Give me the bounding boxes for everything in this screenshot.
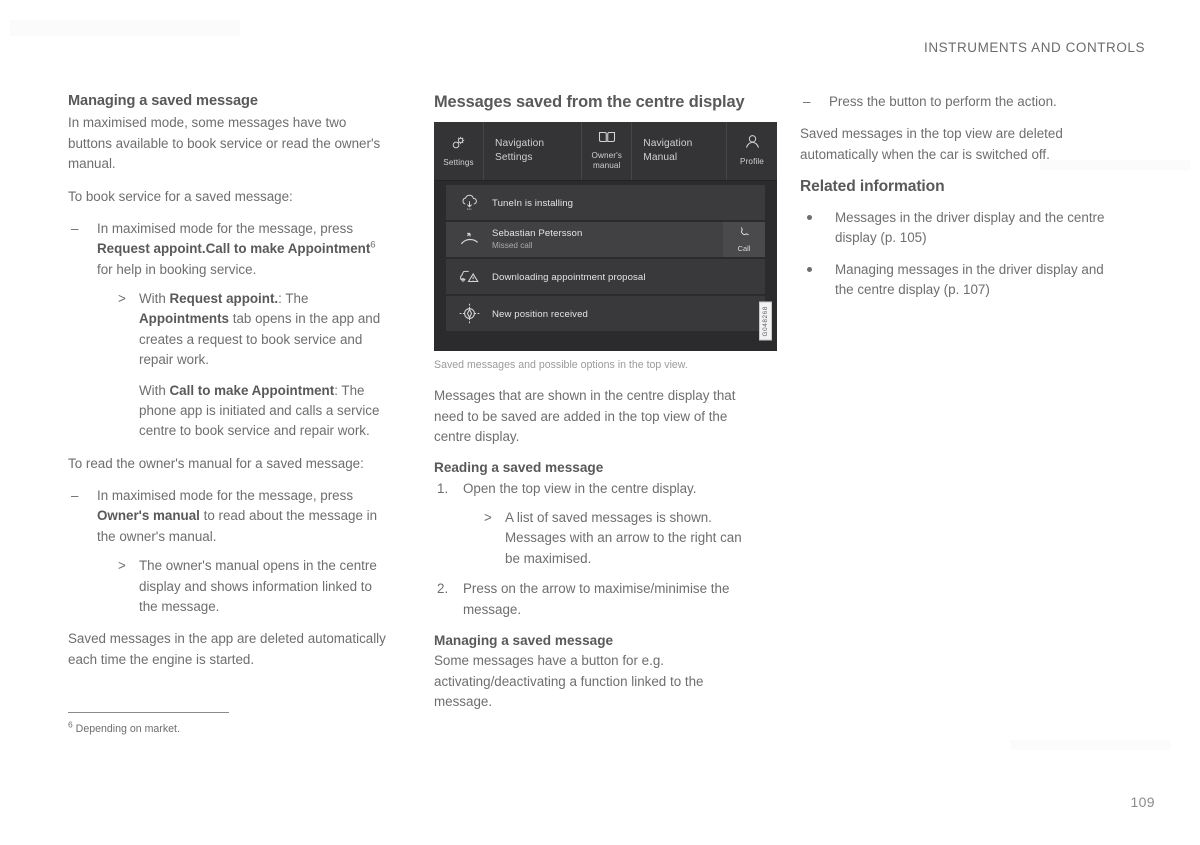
related-information-title: Related information — [800, 178, 945, 196]
footnote-text: 6 Depending on market. — [68, 720, 388, 737]
outcome-continuation: With Call to make Appointment: The phone… — [139, 381, 388, 442]
related-information-list: Messages in the driver display and the c… — [800, 208, 1120, 301]
tab-label: Owner's manual — [591, 151, 622, 171]
list-item: Open the top view in the centre display.… — [434, 479, 754, 570]
message-row-tunein[interactable]: TuneIn is installing — [446, 184, 765, 220]
tab-navigation-manual[interactable]: Navigation Manual — [632, 121, 727, 180]
tab-navigation-settings[interactable]: Navigation Settings — [484, 121, 583, 180]
step-text-bold: Request appoint.Call to make Appointment — [97, 241, 371, 257]
reading-subsection-title: Reading a saved message — [434, 460, 604, 476]
managing-body-paragraph: Some messages have a button for e.g. act… — [434, 653, 704, 709]
tab-label: Navigation Manual — [643, 137, 693, 163]
left-leadin-2-paragraph: To read the owner's manual for a saved m… — [68, 455, 364, 471]
reading-outcomes: A list of saved messages is shown. Messa… — [463, 508, 754, 569]
list-item[interactable]: Managing messages in the driver display … — [800, 260, 1120, 301]
message-row-appointment-proposal[interactable]: Downloading appointment proposal — [446, 258, 765, 294]
missed-call-icon — [446, 231, 492, 248]
left-closing-paragraph: Saved messages in the app are deleted au… — [68, 631, 386, 667]
list-item: With Request appoint.: The Appointments … — [118, 289, 388, 442]
message-row-missed-call[interactable]: Sebastian Petersson Missed call Call — [446, 221, 765, 257]
owners-manual-steps: In maximised mode for the message, press… — [68, 486, 388, 617]
left-intro-paragraph: In maximised mode, some messages have tw… — [68, 115, 381, 172]
message-title: New position received — [492, 309, 588, 321]
open-book-icon — [598, 130, 616, 149]
tab-label: Profile — [740, 157, 764, 167]
page-columns: Managing a saved message In maximised mo… — [68, 92, 1148, 724]
step2-bold: Owner's manual — [97, 508, 200, 524]
reading-steps: Open the top view in the centre display.… — [434, 479, 754, 620]
running-header: INSTRUMENTS AND CONTROLS — [924, 40, 1145, 55]
outcome2-pre: With — [139, 382, 170, 398]
tab-owners-manual[interactable]: Owner's manual — [582, 121, 633, 180]
outcome-bold: Request appoint. — [169, 291, 279, 307]
figure-caption: Saved messages and possible options in t… — [434, 358, 688, 371]
page-number: 109 — [1130, 794, 1155, 810]
managing-subsection-title: Managing a saved message — [434, 632, 614, 648]
left-column: Managing a saved message In maximised mo… — [68, 92, 388, 724]
message-title: Sebastian Petersson — [492, 227, 583, 239]
cloud-download-icon — [446, 194, 492, 211]
message-text: Downloading appointment proposal — [492, 267, 765, 285]
person-profile-icon — [744, 134, 761, 155]
middle-body-paragraph: Messages that are shown in the centre di… — [434, 388, 736, 444]
message-title: Downloading appointment proposal — [492, 272, 646, 284]
list-item[interactable]: Messages in the driver display and the c… — [800, 208, 1120, 249]
scan-artifact — [1010, 740, 1170, 750]
phone-handset-icon — [738, 225, 750, 243]
list-item: In maximised mode for the message, press… — [68, 219, 388, 442]
middle-column: Messages saved from the centre display S… — [434, 92, 777, 724]
message-text: TuneIn is installing — [492, 193, 765, 211]
list-item: In maximised mode for the message, press… — [68, 486, 388, 617]
message-row-new-position[interactable]: New position received — [446, 295, 765, 331]
right-body-paragraph: Saved messages in the top view are delet… — [800, 126, 1063, 162]
owners-manual-outcomes: The owner's manual opens in the centre d… — [97, 556, 388, 617]
compass-icon — [446, 303, 492, 324]
message-text: New position received — [492, 304, 765, 322]
saved-messages-list: TuneIn is installing Sebastian Petersson — [434, 181, 777, 331]
scan-artifact — [10, 20, 240, 36]
footnote-rule — [68, 712, 229, 713]
step-text: Open the top view in the centre display. — [463, 480, 697, 496]
step-text-pre: In maximised mode for the message, press — [97, 220, 354, 236]
footnote-body: Depending on market. — [72, 723, 180, 735]
middle-section-title: Messages saved from the centre display — [434, 93, 745, 111]
message-subtitle: Missed call — [492, 240, 533, 250]
left-leadin-paragraph: To book service for a saved message: — [68, 188, 293, 204]
related-link-label: Managing messages in the driver display … — [835, 261, 1104, 297]
figure-image-code: G048268 — [759, 302, 772, 341]
settings-gear-icon — [450, 134, 467, 156]
step-text-post: for help in booking service. — [97, 261, 257, 277]
message-title: TuneIn is installing — [492, 198, 574, 210]
book-service-outcomes: With Request appoint.: The Appointments … — [97, 289, 388, 442]
outcome-mid: : The — [278, 291, 309, 307]
tab-settings[interactable]: Settings — [434, 121, 484, 180]
figure-saved-messages: Settings Navigation Settings Owner's man — [434, 121, 777, 373]
right-dash-list: Press the button to perform the action. — [800, 92, 1120, 113]
footnote-block: 6 Depending on market. — [68, 712, 388, 737]
tab-label: Settings — [443, 157, 474, 167]
call-button-label: Call — [737, 244, 751, 254]
right-column: Press the button to perform the action. … — [800, 92, 1120, 724]
outcome2-bold: Call to make Appointment — [169, 382, 335, 398]
list-item: Press on the arrow to maximise/minimise … — [437, 579, 730, 617]
car-warning-icon — [446, 268, 492, 285]
step2-pre: In maximised mode for the message, press — [97, 488, 354, 504]
outcome-pre: With — [139, 291, 170, 307]
book-service-steps: In maximised mode for the message, press… — [68, 219, 388, 442]
message-text: Sebastian Petersson Missed call — [492, 228, 723, 251]
outcome-bold-2: Appointments — [139, 311, 230, 327]
centre-display-screenshot: Settings Navigation Settings Owner's man — [434, 121, 777, 351]
top-view-tab-bar: Settings Navigation Settings Owner's man — [434, 121, 777, 181]
related-link-label: Messages in the driver display and the c… — [835, 209, 1105, 246]
footnote-marker: 6 — [370, 239, 376, 251]
call-button[interactable]: Call — [723, 221, 765, 257]
left-section-title: Managing a saved message — [68, 93, 258, 109]
list-item: A list of saved messages is shown. Messa… — [484, 508, 754, 569]
tab-label: Navigation Settings — [495, 137, 545, 163]
list-item: The owner's manual opens in the centre d… — [118, 556, 388, 617]
list-item: Press the button to perform the action. — [800, 92, 1120, 113]
tab-profile[interactable]: Profile — [727, 122, 777, 180]
